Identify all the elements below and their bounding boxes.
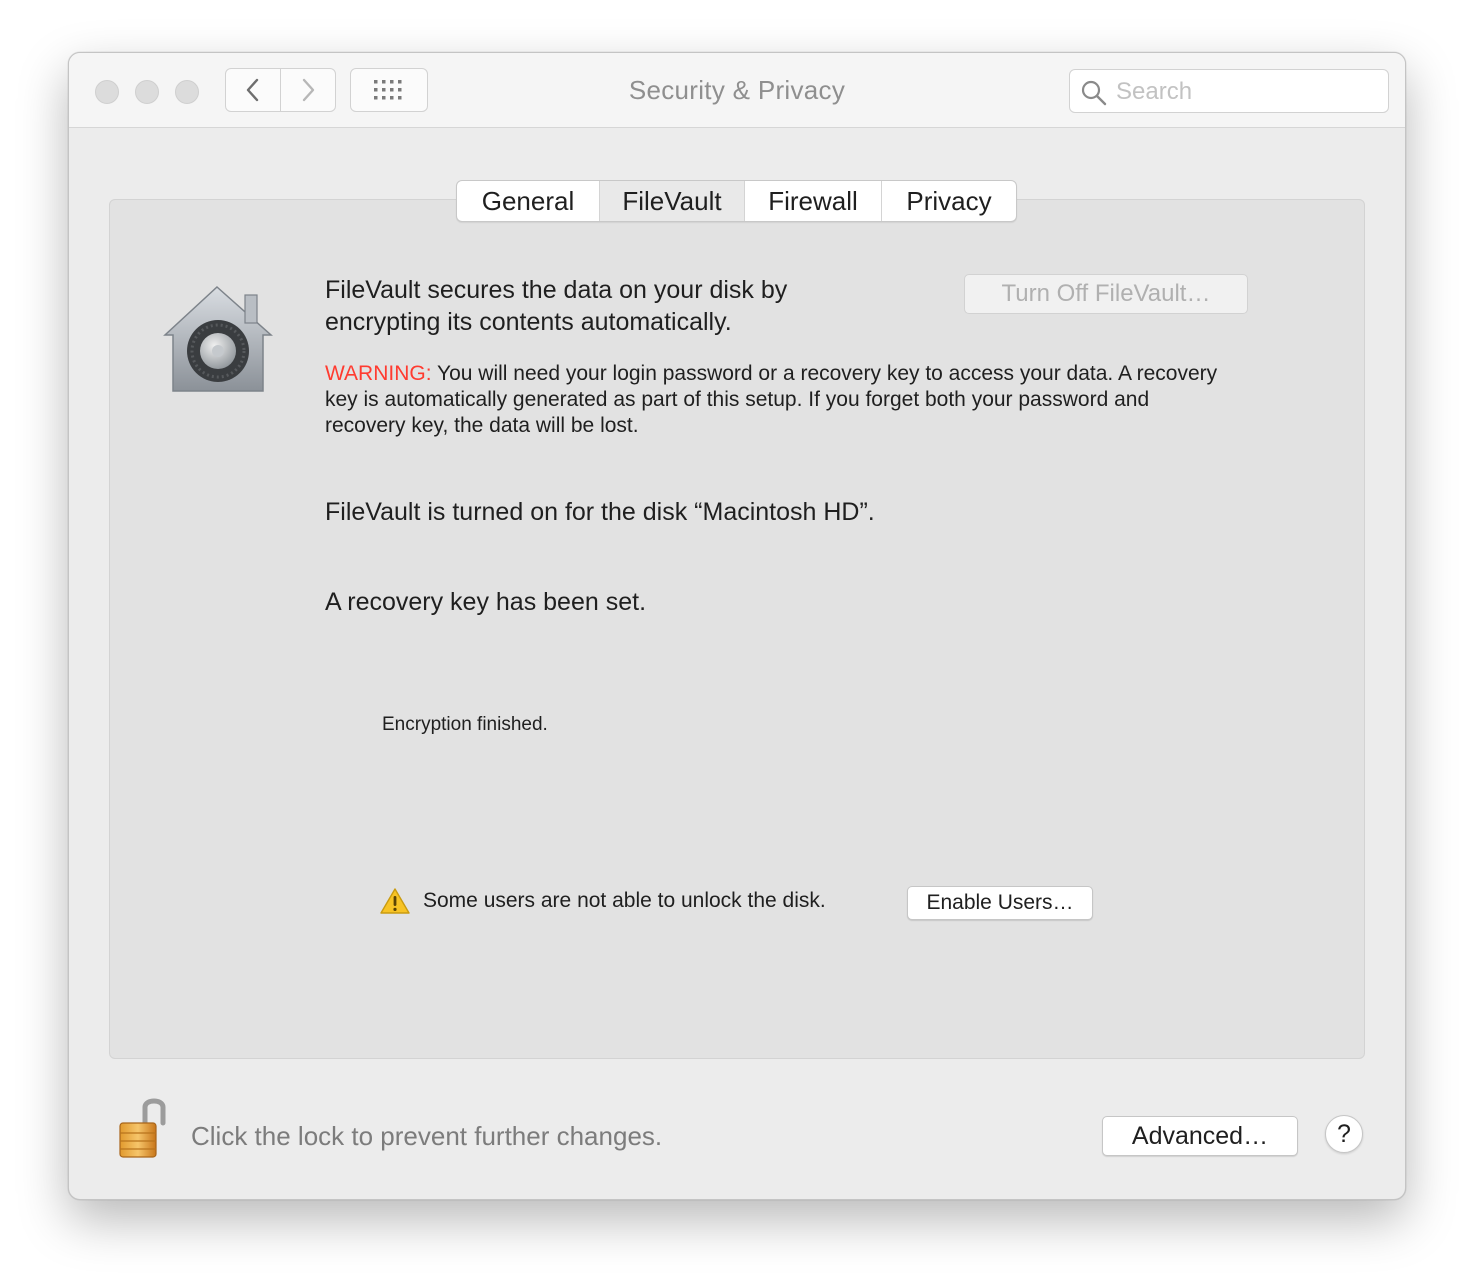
search-input[interactable] (1114, 70, 1378, 114)
tab-bar: General FileVault Firewall Privacy (456, 180, 1017, 222)
turn-off-filevault-button[interactable]: Turn Off FileVault… (964, 274, 1248, 314)
intro-line-2: encrypting its contents automatically. (325, 308, 732, 336)
tab-filevault[interactable]: FileVault (600, 181, 745, 221)
lock-status-text: Click the lock to prevent further change… (191, 1121, 663, 1151)
unlocked-padlock-icon[interactable] (117, 1095, 169, 1161)
tab-privacy[interactable]: Privacy (882, 181, 1016, 221)
encryption-status-text: Encryption finished. (382, 714, 548, 735)
tab-content-panel (109, 199, 1365, 1059)
intro-line-1: FileVault secures the data on your disk … (325, 276, 788, 304)
warning-label: WARNING: (325, 362, 432, 385)
tab-firewall[interactable]: Firewall (745, 181, 882, 221)
recovery-key-status-text: A recovery key has been set. (325, 588, 647, 616)
search-field[interactable] (1069, 69, 1389, 114)
search-icon (1081, 80, 1107, 106)
warning-paragraph: WARNING: You will need your login passwo… (325, 361, 1235, 439)
warning-icon (380, 888, 410, 914)
users-warning-text: Some users are not able to unlock the di… (423, 889, 826, 912)
title-bar: Security & Privacy (69, 53, 1405, 128)
advanced-button[interactable]: Advanced… (1102, 1116, 1298, 1156)
filevault-icon (163, 285, 273, 392)
help-button[interactable]: ? (1325, 1115, 1363, 1153)
enable-users-button[interactable]: Enable Users… (907, 886, 1093, 920)
preferences-window: Security & Privacy General FileVault Fir… (68, 52, 1406, 1200)
warning-text: You will need your login password or a r… (325, 362, 1218, 437)
filevault-status-text: FileVault is turned on for the disk “Mac… (325, 498, 875, 526)
tab-general[interactable]: General (457, 181, 600, 221)
